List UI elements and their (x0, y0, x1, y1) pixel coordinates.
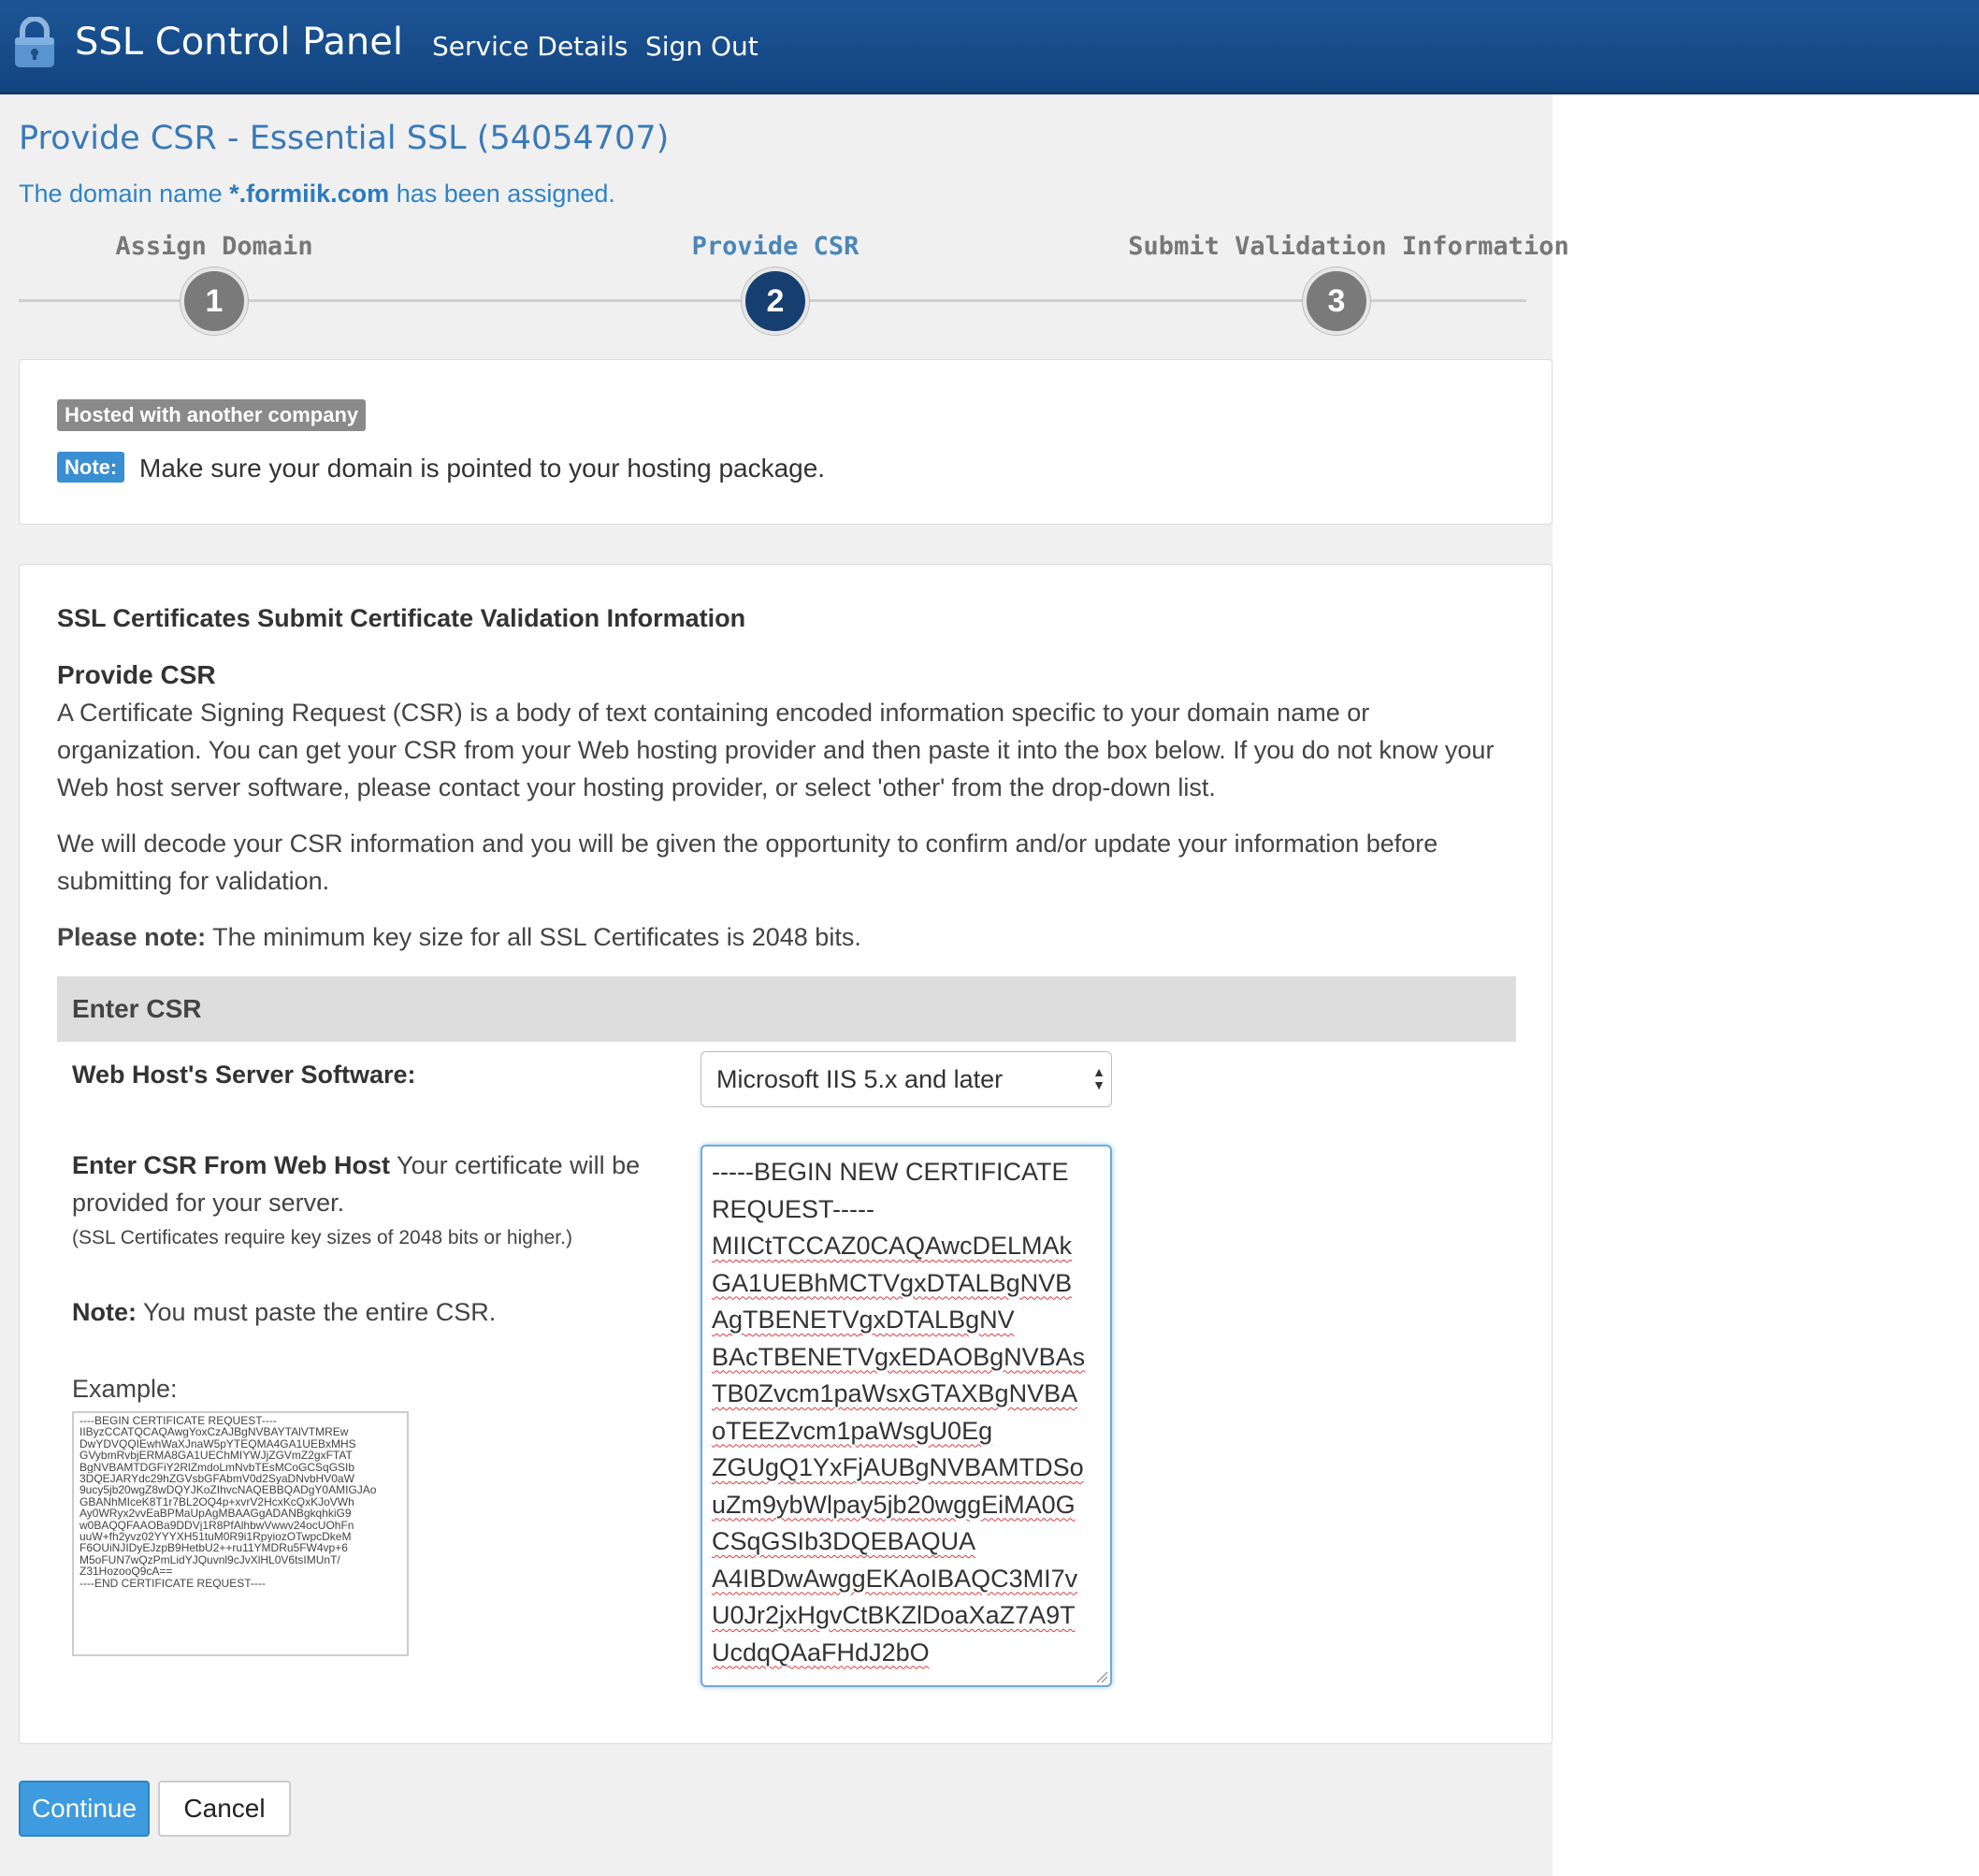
csr-text-line: uZm9ybWlpay5jb20wggEiMA0G (712, 1490, 1076, 1519)
csr-text-line: ZGUgQ1YxFjAUBgNVBAMTDSo (712, 1453, 1084, 1481)
server-software-value: Microsoft IIS 5.x and later (716, 1065, 1004, 1093)
key-size-note: Please note: The minimum key size for al… (57, 918, 1516, 956)
example-csr-line: BgNVBAMTDGFiY2RlZmdoLmNvbTEsMCoGCSqGSIb (79, 1461, 355, 1474)
paste-note-text: You must paste the entire CSR. (143, 1298, 497, 1326)
csr-panel-title: SSL Certificates Submit Certificate Vali… (57, 604, 746, 632)
step-1-label: Assign Domain (115, 232, 313, 261)
example-csr-line: ----BEGIN CERTIFICATE REQUEST---- (79, 1415, 277, 1427)
assigned-prefix: The domain name (19, 180, 223, 208)
csr-text-line: BAcTBENETVgxEDAOBgNVBAs (712, 1342, 1086, 1371)
csr-decode-text: We will decode your CSR information and … (57, 830, 1438, 895)
example-csr-line: Z31HozooQ9cA== (79, 1566, 173, 1578)
csr-text-line: oTEEZvcm1paWsgU0Eg (712, 1416, 993, 1445)
step-1-circle: 1 (181, 267, 248, 335)
example-csr-line: Ay0WRyx2vvEaBPMaUpAgMBAAGgADANBgkqhkiG9 (79, 1508, 352, 1520)
paste-note-label: Note: (72, 1298, 137, 1326)
assigned-suffix: has been assigned. (396, 180, 615, 208)
please-note-label: Please note: (57, 923, 207, 951)
csr-text-line: MIICtTCCAZ0CAQAwcDELMAk (712, 1232, 1073, 1260)
nav-service-details[interactable]: Service Details (432, 31, 628, 62)
csr-text-line: U0Jr2jxHgvCtBKZlDoaXaZ7A9T (712, 1601, 1076, 1629)
example-csr-line: 9ucy5jb20wgZ8wDQYJKoZIhvcNAQEBBQADgY0AMI… (79, 1484, 377, 1496)
hosting-note-text: Make sure your domain is pointed to your… (139, 454, 826, 483)
lock-icon (15, 17, 54, 67)
hosting-note: Note: Make sure your domain is pointed t… (57, 452, 826, 483)
example-label: Example: (72, 1375, 178, 1403)
note-badge: Note: (57, 452, 125, 483)
csr-text-line: A4IBDwAwggEKAoIBAQC3MI7v (712, 1564, 1078, 1593)
example-csr-line: IIByzCCATQCAQAwgYoxCzAJBgNVBAYTAlVTMREw (79, 1426, 349, 1438)
csr-text-line: AgTBENETVgxDTALBgNV (712, 1306, 1015, 1334)
csr-text-line: -----BEGIN NEW CERTIFICATE (712, 1158, 1069, 1186)
enter-csr-label: Enter CSR From Web Host (72, 1151, 391, 1179)
provide-csr-heading: Provide CSR (57, 660, 216, 689)
server-software-label: Web Host's Server Software: (72, 1061, 416, 1089)
select-arrows-icon: ▲ ▼ (1092, 1064, 1105, 1092)
cancel-button[interactable]: Cancel (158, 1781, 291, 1837)
continue-button[interactable]: Continue (19, 1781, 150, 1837)
domain-assigned-message: The domain name *.formiik.com has been a… (19, 180, 615, 209)
csr-panel: SSL Certificates Submit Certificate Vali… (19, 564, 1553, 1744)
assigned-domain: *.formiik.com (229, 180, 390, 208)
step-3-circle: 3 (1303, 267, 1370, 335)
step-2-label: Provide CSR (691, 232, 859, 261)
nav-sign-out[interactable]: Sign Out (645, 31, 758, 62)
brand-title[interactable]: SSL Control Panel (75, 21, 403, 64)
example-csr-line: ----END CERTIFICATE REQUEST---- (79, 1577, 266, 1590)
csr-intro-text: A Certificate Signing Request (CSR) is a… (57, 699, 1495, 801)
enter-csr-instructions: Enter CSR From Web Host Your certificate… (72, 1147, 689, 1221)
step-3-label: Submit Validation Information (1128, 232, 1569, 261)
step-2-circle: 2 (742, 267, 809, 335)
csr-text-line: REQUEST----- (712, 1194, 874, 1223)
example-csr-line: GVybmRvbjERMA8GA1UEChMIYWJjZGVmZ2gxFTAT (79, 1450, 353, 1462)
example-csr-line: 3DQEJARYdc29hZGVsbGFAbmV0d2SyaDNvbHV0aW (79, 1473, 354, 1485)
enter-csr-header: Enter CSR (57, 976, 1516, 1042)
paste-note: Note: You must paste the entire CSR. (72, 1298, 496, 1327)
example-csr-line: DwYDVQQIEwhWaXJnaW5pYTEQMA4GA1UEBxMHS (79, 1437, 356, 1450)
csr-text-line: CSqGSIb3DQEBAQUA (712, 1527, 976, 1555)
top-navbar: SSL Control Panel Service Details Sign O… (0, 0, 1979, 94)
example-csr-line: F6OUiNJIDyEJzpB9HetbU2++ru11YMDRu5FW4vp+… (79, 1542, 348, 1554)
example-csr-line: w0BAQQFAAOBa9DDVj1R8PfAlhbwVwwv24ocUOhFn (79, 1519, 354, 1532)
hosted-badge: Hosted with another company (57, 399, 367, 431)
example-csr-line: uuW+fh2yvz02YYYXH51tuM0R9i1RpyiozOTwpcDk… (79, 1531, 352, 1543)
please-note-text: The minimum key size for all SSL Certifi… (212, 923, 861, 951)
hosting-info-panel: Hosted with another company Note: Make s… (19, 359, 1553, 525)
csr-text-line: UcdqQAaFHdJ2bO (712, 1638, 930, 1667)
csr-text-line: GA1UEBhMCTVgxDTALBgNVB (712, 1268, 1073, 1297)
page-title: Provide CSR - Essential SSL (54054707) (19, 120, 670, 157)
example-csr-image: ----BEGIN CERTIFICATE REQUEST---- IIByzCC… (72, 1411, 409, 1656)
page: SSL Control Panel Service Details Sign O… (0, 0, 1979, 1876)
server-software-select[interactable]: Microsoft IIS 5.x and later ▲ ▼ (701, 1051, 1112, 1107)
example-csr-line: M5oFUN7wQzPmLidYJQuvnl9cJvXlHL0V6tsIMUnT… (79, 1553, 340, 1566)
key-size-hint: (SSL Certificates require key sizes of 2… (72, 1227, 572, 1248)
resize-grip-icon[interactable] (1095, 1670, 1108, 1683)
example-csr-line: GBANhMIceK8T1r7BL2OQ4p+xvrV2HcxKcQxKJoVW… (79, 1495, 354, 1508)
csr-textarea[interactable]: -----BEGIN NEW CERTIFICATE REQUEST----- MI… (701, 1145, 1112, 1687)
csr-text-line: TB0Zvcm1paWsxGTAXBgNVBA (712, 1379, 1078, 1407)
